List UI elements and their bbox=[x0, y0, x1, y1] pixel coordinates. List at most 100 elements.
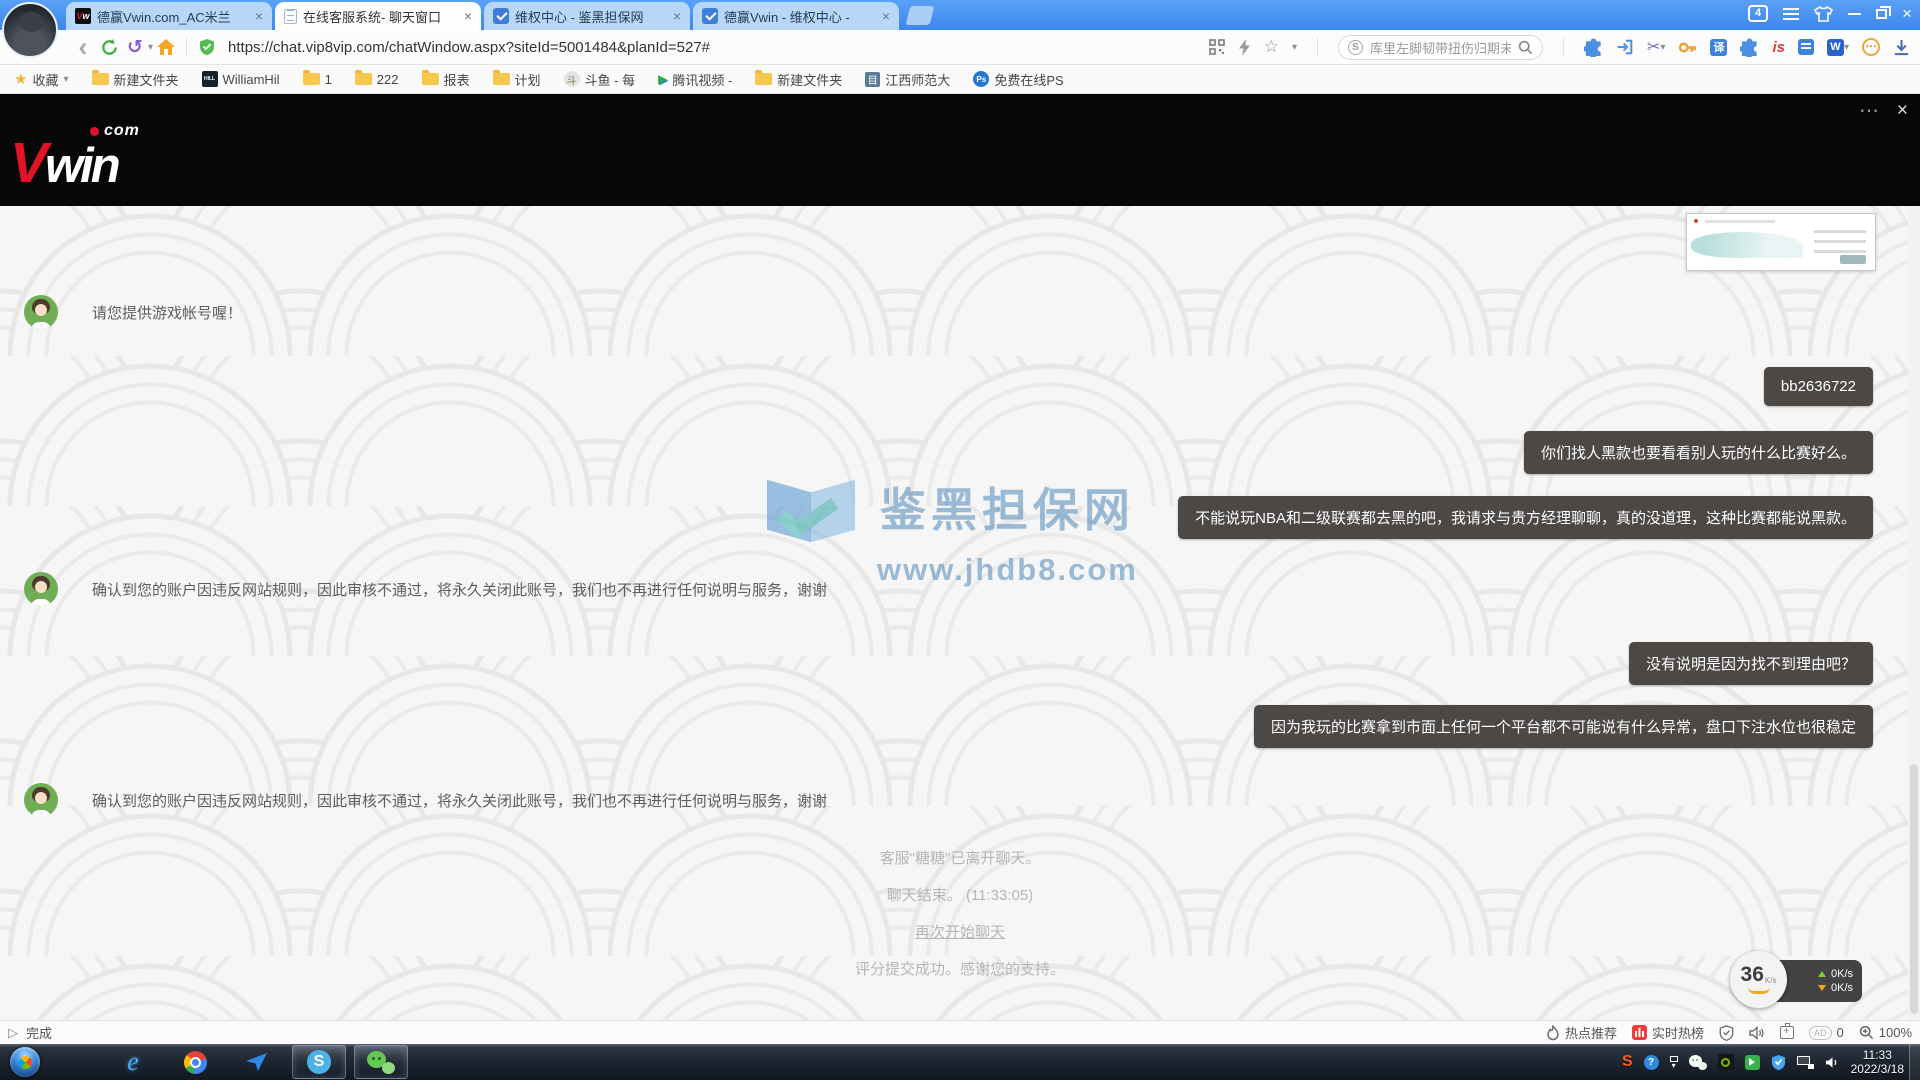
zoom-magnifier-icon bbox=[1859, 1025, 1874, 1040]
vwin-logo-main: Vwin bbox=[10, 140, 140, 189]
close-window-button[interactable]: × bbox=[1902, 6, 1912, 22]
word-caret: ▾ bbox=[1844, 42, 1849, 53]
taskbar-clock[interactable]: 11:33 2022/3/18 bbox=[1851, 1048, 1904, 1076]
bookmark-williamhill[interactable]: HILLWilliamHil bbox=[202, 71, 280, 87]
bookmark-university[interactable]: 目江西师范大 bbox=[865, 70, 950, 89]
tab-close-icon[interactable]: × bbox=[673, 9, 681, 23]
zoom-control[interactable]: 100% bbox=[1859, 1025, 1912, 1040]
site-security-shield-icon[interactable] bbox=[194, 38, 220, 56]
upload-speed-value: 0K/s bbox=[1831, 969, 1853, 980]
extension-puzzle-icon[interactable] bbox=[1740, 38, 1759, 57]
download-icon[interactable] bbox=[1893, 39, 1910, 56]
restart-chat-link[interactable]: 再次开始聊天 bbox=[915, 924, 1005, 941]
notes-extension-icon[interactable] bbox=[1798, 39, 1814, 55]
tab-close-icon[interactable]: × bbox=[882, 9, 890, 23]
wechat-tray-icon[interactable] bbox=[1689, 1055, 1707, 1070]
show-hidden-icons[interactable]: ▾ bbox=[1670, 1056, 1678, 1069]
bookmark-douyu[interactable]: 斗斗鱼 - 每 bbox=[564, 70, 636, 89]
tab-jhdb[interactable]: 维权中心 - 鉴黑担保网 × bbox=[484, 2, 690, 30]
history-undo-icon[interactable]: ↺ bbox=[122, 36, 148, 59]
upload-arrow-icon bbox=[1818, 971, 1826, 977]
search-box[interactable]: S 库里左脚韧带扭伤归期未定 bbox=[1338, 35, 1543, 60]
speed-gauge-circle[interactable]: 36K/s bbox=[1730, 951, 1787, 1008]
safety-shield-button[interactable] bbox=[1719, 1025, 1734, 1041]
network-tray-icon[interactable] bbox=[1797, 1056, 1814, 1069]
tab-strip: Vw 德赢Vwin.com_AC米兰 × 在线客服系统- 聊天窗口 × 维权中心… bbox=[66, 2, 932, 30]
sogou-input-icon[interactable]: S bbox=[1622, 1053, 1633, 1071]
red-is-extension-icon[interactable]: is bbox=[1772, 39, 1785, 56]
tab-vwin-site[interactable]: Vw 德赢Vwin.com_AC米兰 × bbox=[66, 2, 272, 30]
minimize-button[interactable] bbox=[1848, 13, 1861, 15]
taskbar-wechat-button[interactable] bbox=[354, 1045, 408, 1079]
page-load-status: 完成 bbox=[26, 1023, 52, 1042]
magnifier-icon[interactable] bbox=[1518, 40, 1533, 55]
tab-count-badge[interactable]: 4 bbox=[1748, 5, 1768, 22]
qr-code-icon[interactable] bbox=[1209, 39, 1225, 55]
taskbar-ie-button[interactable]: e bbox=[106, 1045, 160, 1079]
tab-close-icon[interactable]: × bbox=[255, 9, 263, 23]
bookmark-folder[interactable]: 新建文件夹 bbox=[755, 70, 842, 89]
logo-win: win bbox=[45, 139, 118, 193]
new-tab-button[interactable] bbox=[906, 6, 935, 25]
taskbar-chrome-button[interactable] bbox=[168, 1045, 222, 1079]
tab-vwin-weiquan[interactable]: 德赢Vwin - 维权中心 - × bbox=[693, 2, 899, 30]
tab-close-icon[interactable]: × bbox=[464, 9, 472, 23]
repair-toolbox-icon[interactable] bbox=[1780, 1026, 1794, 1039]
folder-icon bbox=[422, 73, 439, 85]
vwin-tab-icon: Vw bbox=[75, 8, 91, 24]
user-message-bubble: bb2636722 bbox=[1764, 367, 1873, 406]
bookmark-folder[interactable]: 222 bbox=[355, 72, 399, 87]
shared-screenshot-thumbnail[interactable] bbox=[1686, 213, 1876, 271]
home-icon[interactable] bbox=[153, 38, 179, 56]
back-icon[interactable]: ‹ bbox=[70, 36, 96, 58]
search-suggestion-text[interactable]: 库里左脚韧带扭伤归期未定 bbox=[1370, 38, 1511, 57]
bookmark-favorites[interactable]: ★收藏▾ bbox=[14, 70, 69, 89]
trending-button[interactable]: 实时热榜 bbox=[1632, 1023, 1704, 1042]
flash-lightning-icon[interactable] bbox=[1238, 39, 1251, 56]
bookmark-folder[interactable]: 计划 bbox=[493, 70, 541, 89]
favorite-star-icon[interactable]: ☆ bbox=[1264, 37, 1279, 57]
taskbar-thunder-button[interactable] bbox=[230, 1045, 284, 1079]
taskbar-skype-button[interactable]: S bbox=[292, 1045, 346, 1079]
ad-block-counter[interactable]: AD 0 bbox=[1809, 1025, 1844, 1040]
more-extensions-icon[interactable]: ⋯ bbox=[1862, 38, 1880, 56]
mute-speaker-button[interactable] bbox=[1749, 1026, 1765, 1040]
favorites-caret[interactable]: ▾ bbox=[1292, 42, 1297, 53]
volume-tray-icon[interactable] bbox=[1825, 1056, 1840, 1069]
login-door-icon[interactable] bbox=[1616, 38, 1634, 56]
restore-button[interactable] bbox=[1876, 9, 1887, 19]
chat-menu-dots-icon[interactable]: ⋯ bbox=[1859, 98, 1879, 123]
theme-skin-icon[interactable] bbox=[1814, 6, 1833, 22]
bookmark-folder[interactable]: 新建文件夹 bbox=[92, 70, 179, 89]
translate-extension-icon[interactable]: 译 bbox=[1710, 39, 1727, 56]
browser-user-avatar[interactable] bbox=[2, 2, 58, 58]
help-tray-icon[interactable]: ? bbox=[1644, 1055, 1659, 1070]
user-message-bubble: 不能说玩NBA和二级联赛都去黑的吧，我请求与贵方经理聊聊，真的没道理，这种比赛都… bbox=[1178, 496, 1873, 539]
hot-recommend-button[interactable]: 热点推荐 bbox=[1546, 1023, 1617, 1042]
refresh-icon[interactable] bbox=[96, 38, 122, 57]
bookmark-folder[interactable]: 1 bbox=[303, 72, 332, 87]
bookmark-online-ps[interactable]: Ps免费在线PS bbox=[973, 70, 1063, 89]
show-desktop-button[interactable] bbox=[1909, 1044, 1920, 1080]
scissors-extension-icon[interactable]: ✂▾ bbox=[1647, 37, 1665, 57]
word-extension-icon[interactable]: W▾ bbox=[1827, 39, 1849, 56]
start-button[interactable] bbox=[10, 1047, 40, 1077]
bookmark-folder[interactable]: 报表 bbox=[422, 70, 470, 89]
chat-header-controls: ⋯ × bbox=[1859, 98, 1908, 123]
vwin-logo: com Vwin bbox=[10, 122, 140, 189]
bookmark-tencent-video[interactable]: ▶腾讯视频 - bbox=[658, 70, 732, 89]
extension-puzzle-icon[interactable] bbox=[1584, 38, 1603, 57]
nvidia-tray-icon[interactable] bbox=[1718, 1054, 1734, 1070]
agent-avatar bbox=[24, 295, 58, 329]
security-shield-tray-icon[interactable] bbox=[1771, 1054, 1786, 1071]
green-app-tray-icon[interactable] bbox=[1745, 1055, 1760, 1070]
chat-close-icon[interactable]: × bbox=[1897, 100, 1908, 122]
bookmark-label: 新建文件夹 bbox=[114, 70, 179, 89]
menu-icon[interactable] bbox=[1783, 8, 1799, 20]
williamhill-icon: HILL bbox=[202, 71, 218, 87]
password-key-icon[interactable] bbox=[1678, 40, 1697, 55]
network-speed-widget[interactable]: 0K/s 0K/s 36K/s bbox=[1730, 951, 1864, 1011]
url-address[interactable]: https://chat.vip8vip.com/chatWindow.aspx… bbox=[228, 39, 710, 56]
tab-chat-window[interactable]: 在线客服系统- 聊天窗口 × bbox=[275, 2, 481, 30]
clock-date: 2022/3/18 bbox=[1851, 1062, 1904, 1076]
